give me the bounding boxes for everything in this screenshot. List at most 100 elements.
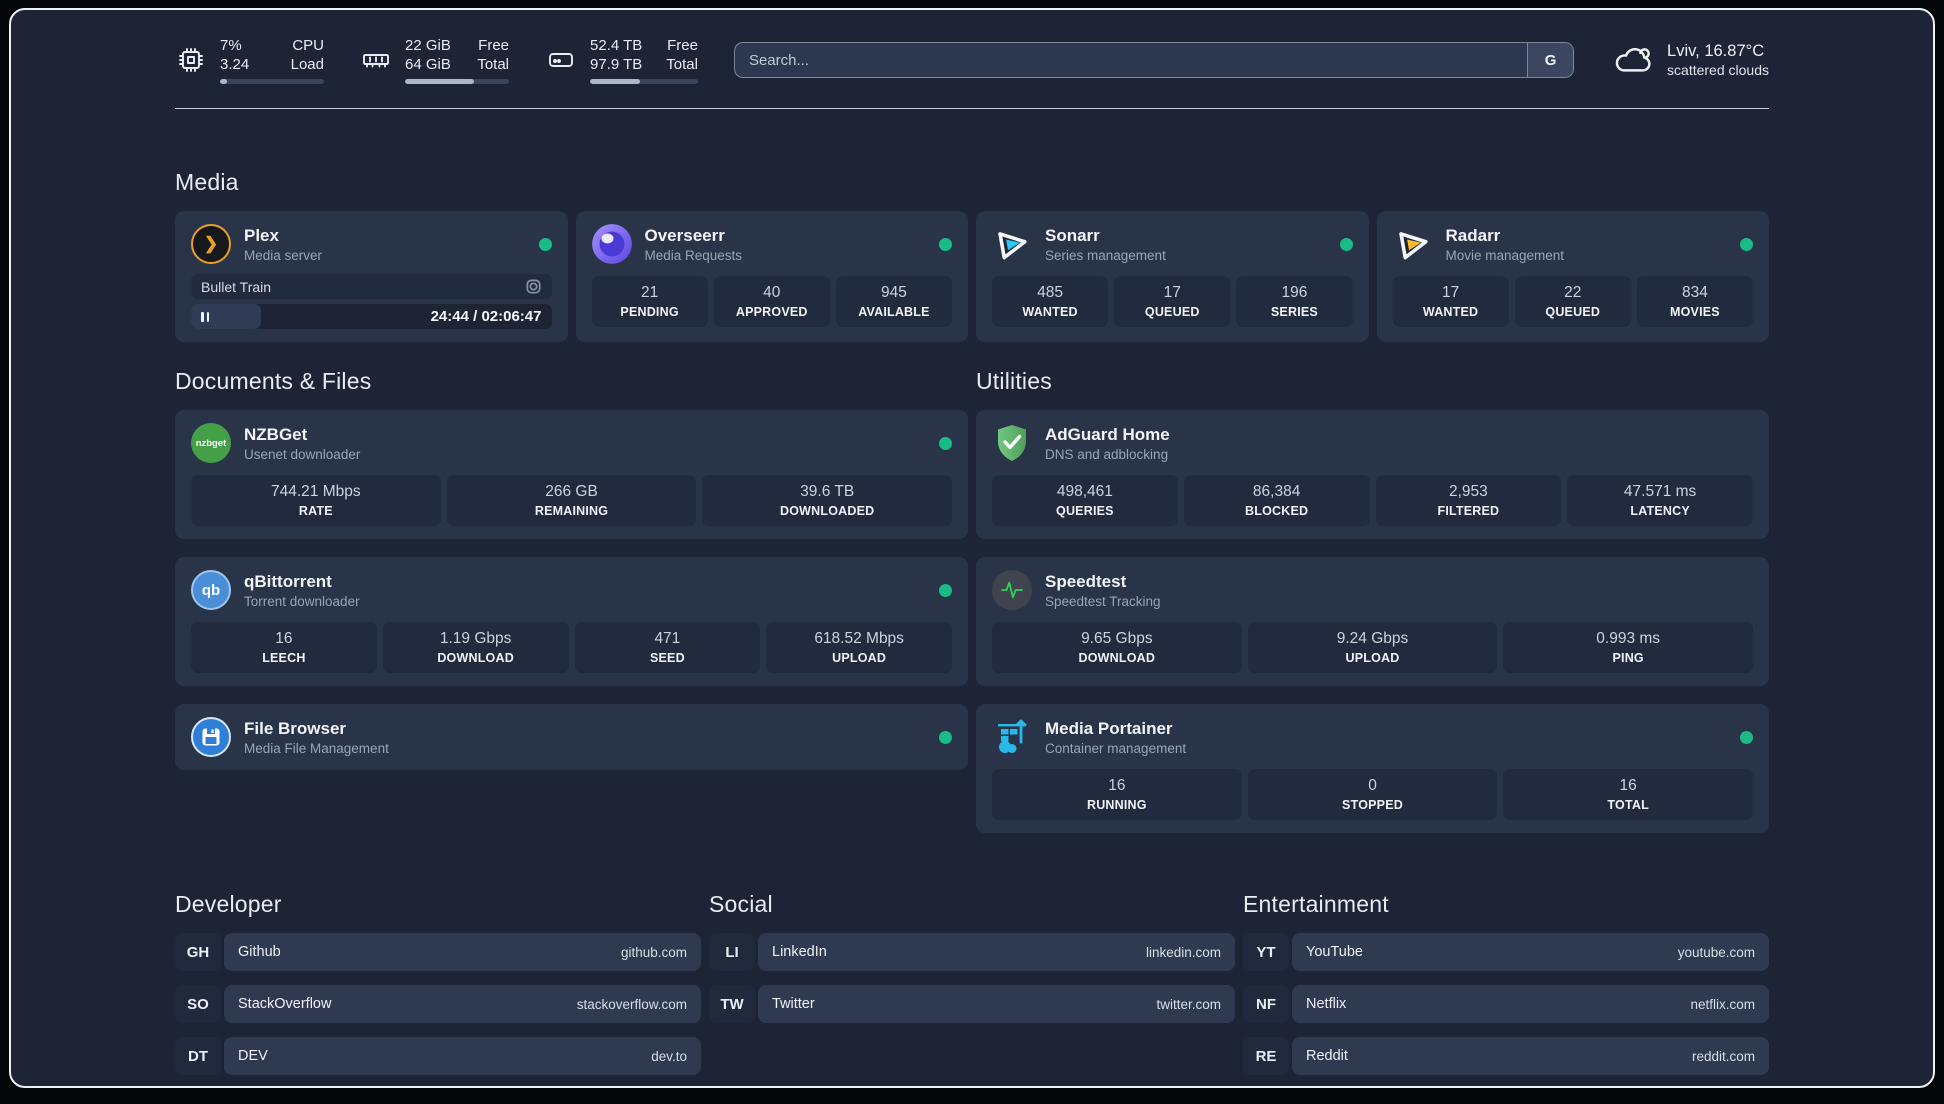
- adguard-icon: [992, 423, 1032, 463]
- status-dot: [939, 237, 952, 251]
- plex-now-playing: Bullet Train 24:44 / 02:06:47: [191, 274, 552, 329]
- now-playing-title: Bullet Train: [201, 278, 272, 295]
- stat-ping: 0.993 ms PING: [1503, 622, 1754, 673]
- cpu-stats: 7% 3.24 CPU Load: [175, 36, 324, 84]
- section-entertainment: Entertainment YT YouTube youtube.com NF N…: [1243, 891, 1769, 1075]
- section-documents: Documents & Files nzbget NZBGet Usenet d…: [175, 368, 968, 770]
- weather-widget: Lviv, 16.87°C scattered clouds: [1610, 40, 1769, 80]
- bookmark-reddit[interactable]: RE Reddit reddit.com: [1243, 1037, 1769, 1075]
- plex-icon: ❯: [191, 224, 231, 264]
- section-developer: Developer GH Github github.com SO StackOv…: [175, 891, 701, 1075]
- bookmark-stackoverflow[interactable]: SO StackOverflow stackoverflow.com: [175, 985, 701, 1023]
- cloud-icon: [1615, 48, 1651, 72]
- weather-location-temp: Lviv, 16.87°C: [1667, 42, 1765, 60]
- app-card-radarr[interactable]: Radarr Movie management 17 WANTED 22 QUEUE…: [1376, 211, 1769, 342]
- stat-seed: 471 SEED: [574, 622, 761, 673]
- storage-progress-bar: [590, 79, 698, 84]
- section-title-developer: Developer: [175, 891, 282, 917]
- header-divider: [175, 108, 1769, 109]
- search-provider-button[interactable]: G: [1527, 43, 1574, 77]
- app-card-speedtest[interactable]: Speedtest Speedtest Tracking 9.65 Gbps DO…: [976, 557, 1769, 686]
- bookmark-linkedin[interactable]: LI LinkedIn linkedin.com: [709, 933, 1235, 971]
- stat-queries: 498,461 QUERIES: [992, 475, 1178, 526]
- sonarr-icon: [992, 224, 1032, 264]
- target-icon[interactable]: [525, 278, 542, 295]
- storage-free: 52.4 TB: [590, 37, 643, 54]
- bookmark-abbr: LI: [709, 933, 755, 971]
- filebrowser-icon: [191, 717, 231, 757]
- bookmark-netflix[interactable]: NF Netflix netflix.com: [1243, 985, 1769, 1023]
- stat-queued: 22 QUEUED: [1514, 276, 1631, 327]
- stat-movies: 834 MOVIES: [1636, 276, 1754, 327]
- app-card-sonarr[interactable]: Sonarr Series management 485 WANTED 17 QUE…: [976, 211, 1369, 342]
- overseerr-icon: [591, 224, 632, 264]
- stat-pending: 21 PENDING: [591, 276, 708, 327]
- bookmark-abbr: DT: [175, 1037, 221, 1075]
- stat-filtered: 2,953 FILTERED: [1375, 475, 1562, 526]
- stat-leech: 16 LEECH: [191, 622, 377, 673]
- playback-progress-bar: 24:44 / 02:06:47: [191, 304, 552, 329]
- speedtest-icon: [992, 570, 1032, 610]
- stat-downloaded: 39.6 TB DOWNLOADED: [702, 475, 953, 526]
- stat-total: 16 TOTAL: [1503, 769, 1754, 820]
- memory-free: 22 GiB: [405, 37, 451, 54]
- app-card-adguard[interactable]: AdGuard Home DNS and adblocking 498,461 Q…: [976, 410, 1769, 539]
- cpu-icon: [175, 44, 207, 76]
- section-title-utilities: Utilities: [976, 368, 1052, 394]
- dashboard-frame: 7% 3.24 CPU Load 22 GiB 64 GiB Free Total: [9, 8, 1935, 1088]
- stat-upload: 9.24 Gbps UPLOAD: [1247, 622, 1498, 673]
- stat-blocked: 86,384 BLOCKED: [1183, 475, 1370, 526]
- app-card-overseerr[interactable]: Overseerr Media Requests 21 PENDING 40 APP…: [575, 211, 968, 342]
- bookmark-github[interactable]: GH Github github.com: [175, 933, 701, 971]
- memory-stats: 22 GiB 64 GiB Free Total: [360, 36, 509, 84]
- memory-total: 64 GiB: [405, 56, 451, 73]
- playback-progress-fill: [191, 304, 262, 329]
- section-title-media: Media: [175, 169, 239, 195]
- app-card-plex[interactable]: ❯ Plex Media server Bullet Train 24:44 /…: [175, 211, 568, 342]
- app-card-portainer[interactable]: Media Portainer Container management 16 R…: [976, 704, 1769, 833]
- bookmark-abbr: NF: [1243, 985, 1289, 1023]
- topbar: 7% 3.24 CPU Load 22 GiB 64 GiB Free Total: [175, 36, 1769, 84]
- stat-series: 196 SERIES: [1236, 276, 1353, 327]
- cpu-usage: 7%: [220, 37, 242, 54]
- storage-total: 97.9 TB: [590, 56, 643, 73]
- stat-download: 1.19 Gbps DOWNLOAD: [382, 622, 569, 673]
- stat-queued: 17 QUEUED: [1114, 276, 1231, 327]
- stat-remaining: 266 GB REMAINING: [446, 475, 697, 526]
- pause-icon: [201, 311, 204, 322]
- section-media: Media ❯ Plex Media server Bullet Train 2…: [175, 169, 1769, 342]
- weather-condition: scattered clouds: [1667, 62, 1769, 78]
- search-input[interactable]: [734, 43, 1528, 77]
- section-utilities: Utilities AdGuard Home DNS and adblockin…: [976, 368, 1769, 833]
- cpu-load-avg: 3.24: [220, 56, 250, 73]
- ram-icon: [360, 44, 392, 76]
- qbittorrent-icon: qb: [191, 570, 231, 610]
- storage-stats: 52.4 TB 97.9 TB Free Total: [545, 36, 698, 84]
- cpu-progress-bar: [220, 79, 324, 84]
- section-social: Social LI LinkedIn linkedin.com TW Twitte…: [709, 891, 1235, 1023]
- stat-running: 16 RUNNING: [992, 769, 1242, 820]
- stat-wanted: 485 WANTED: [992, 276, 1109, 327]
- section-title-social: Social: [709, 891, 773, 917]
- system-stats: 7% 3.24 CPU Load 22 GiB 64 GiB Free Total: [175, 36, 698, 84]
- app-card-nzbget[interactable]: nzbget NZBGet Usenet downloader 744.21 M…: [175, 410, 968, 539]
- app-card-qbittorrent[interactable]: qb qBittorrent Torrent downloader 16 LEEC…: [175, 557, 968, 686]
- nzbget-icon: nzbget: [191, 423, 231, 463]
- section-title-entertainment: Entertainment: [1243, 891, 1389, 917]
- portainer-icon: [992, 717, 1032, 757]
- status-dot: [939, 730, 952, 744]
- status-dot: [1339, 237, 1353, 251]
- bookmark-dev[interactable]: DT DEV dev.to: [175, 1037, 701, 1075]
- bookmark-abbr: SO: [175, 985, 221, 1023]
- status-dot: [939, 436, 952, 450]
- stat-approved: 40 APPROVED: [713, 276, 830, 327]
- stat-download: 9.65 Gbps DOWNLOAD: [992, 622, 1242, 673]
- app-card-filebrowser[interactable]: File Browser Media File Management: [175, 704, 968, 770]
- status-dot: [939, 583, 952, 597]
- bookmark-abbr: TW: [709, 985, 755, 1023]
- bookmark-youtube[interactable]: YT YouTube youtube.com: [1243, 933, 1769, 971]
- bookmark-twitter[interactable]: TW Twitter twitter.com: [709, 985, 1235, 1023]
- stat-stopped: 0 STOPPED: [1247, 769, 1498, 820]
- stat-rate: 744.21 Mbps RATE: [191, 475, 441, 526]
- status-dot: [1740, 730, 1753, 744]
